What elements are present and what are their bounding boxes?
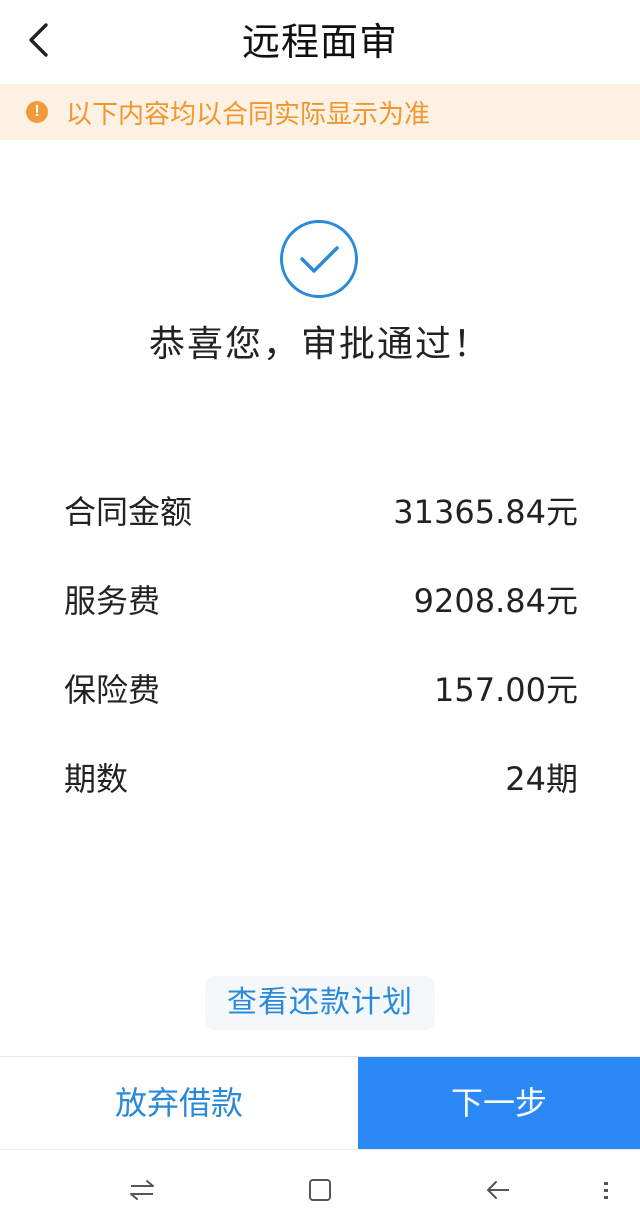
approval-title: 恭喜您，审批通过！ (148, 324, 491, 365)
detail-value: 9208.84元 (413, 581, 578, 620)
contract-details: 合同金额 31365.84元 服务费 9208.84元 保险费 157.00元 … (64, 465, 578, 821)
check-circle-icon (280, 220, 358, 298)
page-title: 远程面审 (241, 20, 398, 64)
detail-value: 31365.84元 (393, 492, 578, 531)
home-square-icon[interactable] (304, 1174, 336, 1206)
view-repayment-plan-link[interactable]: 查看还款计划 (205, 976, 435, 1030)
detail-value: 24期 (505, 759, 578, 798)
detail-row-insurance-fee: 保险费 157.00元 (64, 643, 578, 732)
detail-label: 合同金额 (64, 492, 193, 531)
back-arrow-icon[interactable] (482, 1174, 514, 1206)
detail-label: 期数 (64, 759, 129, 798)
detail-value: 157.00元 (434, 670, 578, 709)
switch-arrows-icon[interactable] (126, 1174, 158, 1206)
notice-bar: ! 以下内容均以合同实际显示为准 (0, 84, 640, 140)
menu-dots-icon[interactable] (590, 1174, 622, 1206)
detail-label: 服务费 (64, 581, 161, 620)
detail-row-installments: 期数 24期 (64, 732, 578, 821)
notice-text: 以下内容均以合同实际显示为准 (66, 99, 431, 130)
detail-row-service-fee: 服务费 9208.84元 (64, 554, 578, 643)
detail-label: 保险费 (64, 670, 161, 709)
system-nav-bar (0, 1149, 640, 1230)
detail-row-contract-amount: 合同金额 31365.84元 (64, 465, 578, 554)
abandon-loan-button[interactable]: 放弃借款 (0, 1057, 358, 1149)
action-bar: 放弃借款 下一步 (0, 1056, 640, 1149)
exclamation-circle-icon: ! (26, 101, 48, 123)
next-step-button[interactable]: 下一步 (358, 1057, 640, 1149)
app-header: 远程面审 (0, 0, 640, 84)
